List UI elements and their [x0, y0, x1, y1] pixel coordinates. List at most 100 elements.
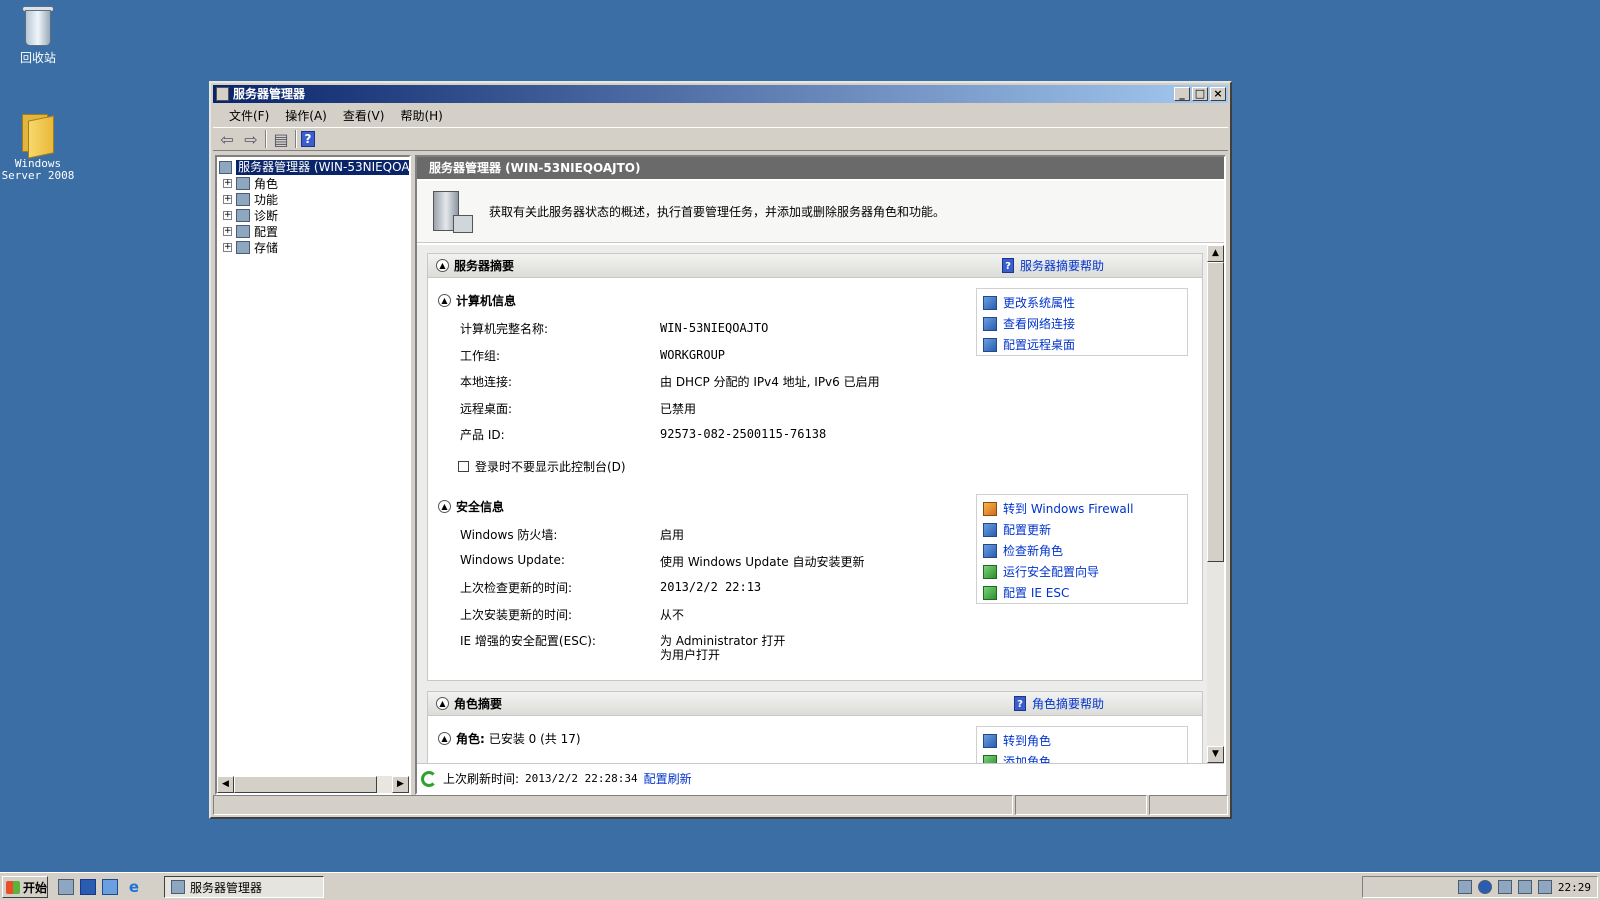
- details-vertical-scrollbar[interactable]: ▲ ▼: [1207, 245, 1224, 763]
- scroll-right-icon[interactable]: ▶: [392, 776, 409, 793]
- menu-view[interactable]: 查看(V): [335, 107, 393, 124]
- collapse-icon[interactable]: ▲: [438, 500, 451, 513]
- refresh-roles-icon: [983, 543, 997, 558]
- help-tray-icon[interactable]: [1477, 880, 1492, 894]
- collapse-icon[interactable]: ▲: [438, 732, 451, 745]
- menu-help[interactable]: 帮助(H): [392, 107, 450, 124]
- task-label: 检查新角色: [1003, 544, 1064, 558]
- help-icon[interactable]: ?: [301, 131, 315, 147]
- back-arrow-icon[interactable]: ⇦: [217, 129, 237, 149]
- start-button[interactable]: 开始: [2, 876, 48, 898]
- help-icon: ?: [1001, 258, 1014, 273]
- expand-icon[interactable]: +: [223, 226, 232, 236]
- volume-icon[interactable]: [1537, 880, 1552, 894]
- tree-item-label: 角色: [254, 176, 279, 191]
- minimize-button[interactable]: _: [1174, 87, 1190, 101]
- scroll-thumb[interactable]: [1207, 262, 1224, 562]
- add-roles-link[interactable]: 添加角色: [983, 753, 1051, 763]
- workgroup-label: 工作组:: [460, 349, 501, 363]
- checkbox-box[interactable]: [458, 461, 469, 472]
- title-bar[interactable]: 服务器管理器 _ □ ×: [213, 85, 1228, 103]
- maximize-button[interactable]: □: [1192, 87, 1208, 101]
- local-connection-value: 由 DHCP 分配的 IPv4 地址, IPv6 已启用: [660, 375, 880, 389]
- menu-action[interactable]: 操作(A): [277, 107, 335, 124]
- server-summary-help-link[interactable]: ? 服务器摘要帮助: [1001, 257, 1104, 274]
- configure-updates-link[interactable]: 配置更新: [983, 521, 1051, 538]
- explorer-icon[interactable]: [102, 879, 118, 895]
- security-info-subsection: ▲ 安全信息 Windows 防火墙: 启用 Windows Update: 使用…: [438, 494, 1190, 674]
- recycle-bin-icon[interactable]: 回收站: [0, 4, 78, 64]
- server-manager-icon: [171, 880, 185, 894]
- storage-icon: [236, 240, 250, 254]
- computer-name-label: 计算机完整名称:: [460, 322, 549, 336]
- configure-refresh-link[interactable]: 配置刷新: [644, 770, 692, 787]
- server-manager-quicklaunch-icon[interactable]: [58, 879, 74, 895]
- roles-tasks: 转到角色 添加角色: [976, 726, 1188, 763]
- roles-subsection: ▲ 角色: 已安装 0 (共 17) 转到角色 添加角色: [438, 726, 1190, 763]
- clock[interactable]: 22:29: [1558, 881, 1591, 894]
- dont-show-console-checkbox[interactable]: 登录时不要显示此控制台(D): [458, 458, 626, 475]
- tree-horizontal-scrollbar[interactable]: ◀ ▶: [217, 776, 409, 793]
- view-network-connections-link[interactable]: 查看网络连接: [983, 315, 1075, 332]
- language-icon[interactable]: [1497, 880, 1512, 894]
- keyboard-icon[interactable]: [1457, 880, 1472, 894]
- features-icon: [236, 192, 250, 206]
- server-icon: [429, 189, 475, 235]
- windows-update-label: Windows Update:: [460, 553, 565, 567]
- tree-item-features[interactable]: + 功能: [223, 191, 278, 207]
- ie-esc-icon: [983, 585, 997, 600]
- details-header: 服务器管理器 (WIN-53NIEQOAJTO): [417, 157, 1224, 179]
- local-connection-label: 本地连接:: [460, 375, 513, 389]
- menu-file[interactable]: 文件(F): [221, 107, 277, 124]
- last-installed-value: 从不: [660, 608, 685, 622]
- firewall-icon: [983, 501, 997, 516]
- role-summary-help-link[interactable]: ? 角色摘要帮助: [1013, 695, 1104, 712]
- scroll-down-icon[interactable]: ▼: [1207, 746, 1224, 763]
- configure-remote-desktop-link[interactable]: 配置远程桌面: [983, 336, 1075, 353]
- refresh-bar: 上次刷新时间: 2013/2/2 22:28:34 配置刷新: [417, 763, 1224, 793]
- change-system-properties-link[interactable]: 更改系统属性: [983, 294, 1075, 311]
- computer-info-header: ▲ 计算机信息: [438, 292, 516, 309]
- powershell-icon[interactable]: [80, 879, 96, 895]
- run-security-wizard-link[interactable]: 运行安全配置向导: [983, 563, 1099, 580]
- expand-icon[interactable]: +: [223, 210, 232, 220]
- refresh-icon[interactable]: [421, 770, 437, 787]
- windows-server-folder-icon[interactable]: Windows Server 2008: [0, 110, 78, 182]
- scroll-thumb[interactable]: [234, 776, 377, 793]
- collapse-icon[interactable]: ▲: [438, 294, 451, 307]
- scroll-left-icon[interactable]: ◀: [217, 776, 234, 793]
- windows-update-value: 使用 Windows Update 自动安装更新: [660, 555, 865, 569]
- tree-item-storage[interactable]: + 存储: [223, 239, 278, 255]
- expand-icon[interactable]: +: [223, 178, 232, 188]
- status-bar: [213, 795, 1228, 815]
- check-new-roles-link[interactable]: 检查新角色: [983, 542, 1063, 559]
- tree-root-server-manager[interactable]: 服务器管理器 (WIN-53NIEQOAJT: [219, 159, 409, 175]
- configuration-icon: [236, 224, 250, 238]
- show-hide-console-tree-icon[interactable]: ▤: [271, 129, 291, 149]
- help-link-label: 角色摘要帮助: [1031, 697, 1104, 711]
- task-label: 转到 Windows Firewall: [1003, 502, 1134, 516]
- collapse-icon[interactable]: ▲: [436, 697, 449, 710]
- taskbar-server-manager-button[interactable]: 服务器管理器: [164, 876, 324, 898]
- tree-item-diagnostics[interactable]: + 诊断: [223, 207, 278, 223]
- expand-icon[interactable]: +: [223, 242, 232, 252]
- network-icon[interactable]: [1517, 880, 1532, 894]
- internet-explorer-icon[interactable]: e: [126, 879, 142, 895]
- collapse-icon[interactable]: ▲: [436, 259, 449, 272]
- tree-item-roles[interactable]: + 角色: [223, 175, 278, 191]
- scroll-up-icon[interactable]: ▲: [1207, 245, 1224, 262]
- configure-ie-esc-link[interactable]: 配置 IE ESC: [983, 584, 1069, 601]
- server-manager-window: 服务器管理器 _ □ × 文件(F) 操作(A) 查看(V) 帮助(H) ⇦ ⇨…: [209, 81, 1232, 819]
- tree-item-configuration[interactable]: + 配置: [223, 223, 278, 239]
- system-tray: 22:29: [1362, 876, 1598, 898]
- diagnostics-icon: [236, 208, 250, 222]
- close-button[interactable]: ×: [1210, 87, 1226, 101]
- go-to-firewall-link[interactable]: 转到 Windows Firewall: [983, 500, 1133, 517]
- role-summary-header: ▲ 角色摘要 ? 角色摘要帮助: [428, 692, 1202, 716]
- workgroup-value: WORKGROUP: [660, 348, 726, 362]
- tree-item-label: 配置: [254, 224, 279, 239]
- forward-arrow-icon[interactable]: ⇨: [241, 129, 261, 149]
- expand-icon[interactable]: +: [223, 194, 232, 204]
- go-to-roles-link[interactable]: 转到角色: [983, 732, 1051, 749]
- task-label: 查看网络连接: [1003, 317, 1076, 331]
